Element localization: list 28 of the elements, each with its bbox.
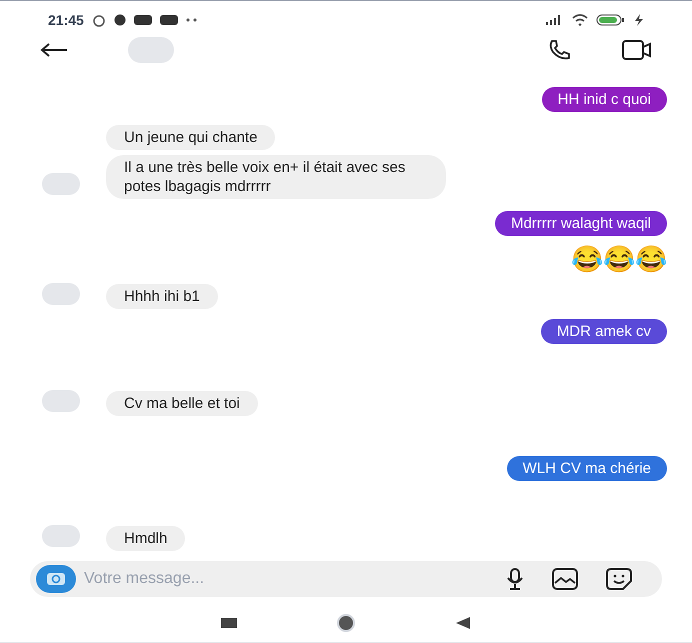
received-message: Hmdlh bbox=[106, 526, 186, 551]
recents-button[interactable] bbox=[221, 618, 237, 628]
sent-message: MDR amek cv bbox=[540, 319, 667, 344]
home-button[interactable] bbox=[337, 614, 355, 632]
received-message: Hhhh ihi b1 bbox=[106, 284, 218, 309]
battery-icon bbox=[596, 14, 626, 26]
wifi-icon bbox=[572, 14, 588, 26]
received-message: Il a une très belle voix en+ il était avec ses potes lbagagis mdrrrrr bbox=[106, 155, 446, 199]
message-composer[interactable]: Votre message... bbox=[30, 561, 662, 597]
more-dots-icon bbox=[186, 18, 198, 22]
message-input[interactable]: Votre message... bbox=[84, 567, 506, 591]
sent-message: HH inid c quoi bbox=[542, 87, 667, 112]
received-message: Un jeune qui chante bbox=[106, 125, 276, 150]
emoji-message: 😂😂😂 bbox=[571, 245, 667, 273]
sent-message: WLH CV ma chérie bbox=[506, 456, 667, 481]
camera-button[interactable] bbox=[36, 565, 76, 593]
received-message: Cv ma belle et toi bbox=[106, 391, 258, 416]
status-time: 21:45 bbox=[48, 10, 84, 30]
back-button[interactable] bbox=[455, 616, 471, 628]
sent-message: Mdrrrrr walaght waqil bbox=[494, 211, 667, 236]
back-arrow-icon[interactable] bbox=[40, 42, 68, 58]
sticker-icon[interactable] bbox=[606, 568, 632, 590]
image-icon[interactable] bbox=[552, 568, 578, 590]
microphone-icon[interactable] bbox=[506, 568, 524, 590]
camera-icon bbox=[46, 572, 66, 586]
charging-icon bbox=[634, 14, 644, 26]
video-call-icon[interactable] bbox=[622, 39, 652, 61]
alarm-icon bbox=[92, 13, 106, 27]
